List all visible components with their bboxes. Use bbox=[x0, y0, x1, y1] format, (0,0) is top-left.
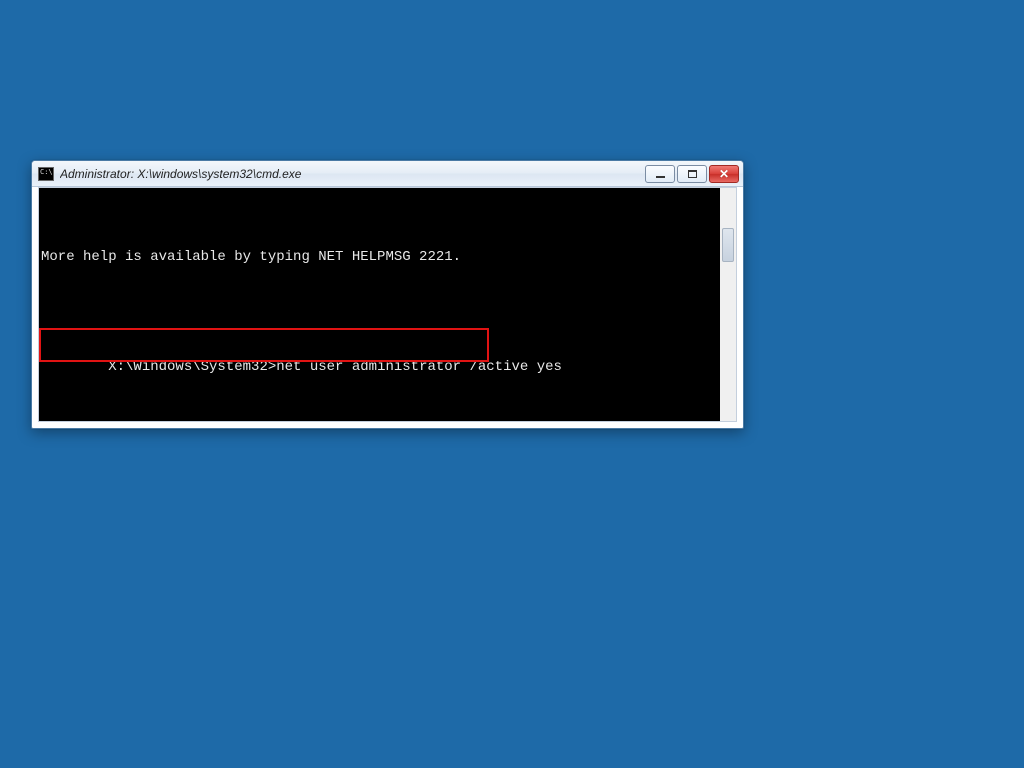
close-icon: ✕ bbox=[719, 168, 729, 180]
command-input-text[interactable]: net user administrator /active yes bbox=[276, 359, 562, 375]
minimize-button[interactable] bbox=[645, 165, 675, 183]
cmd-icon bbox=[38, 167, 54, 181]
window-controls: ✕ bbox=[645, 165, 739, 183]
vertical-scrollbar[interactable] bbox=[720, 188, 736, 421]
close-button[interactable]: ✕ bbox=[709, 165, 739, 183]
terminal-viewport[interactable]: More help is available by typing NET HEL… bbox=[39, 188, 720, 421]
maximize-button[interactable] bbox=[677, 165, 707, 183]
prompt-text: X:\Windows\System32> bbox=[108, 359, 276, 375]
annotation-highlight-box bbox=[39, 328, 489, 362]
maximize-icon bbox=[688, 170, 697, 178]
terminal-line-output: More help is available by typing NET HEL… bbox=[41, 246, 714, 268]
window-title: Administrator: X:\windows\system32\cmd.e… bbox=[60, 167, 301, 181]
cmd-window: Administrator: X:\windows\system32\cmd.e… bbox=[31, 160, 744, 429]
client-area: More help is available by typing NET HEL… bbox=[38, 187, 737, 422]
titlebar[interactable]: Administrator: X:\windows\system32\cmd.e… bbox=[32, 161, 743, 187]
prompt-row: X:\Windows\System32>net user administrat… bbox=[41, 334, 714, 356]
minimize-icon bbox=[656, 176, 665, 178]
scrollbar-thumb[interactable] bbox=[722, 228, 734, 262]
